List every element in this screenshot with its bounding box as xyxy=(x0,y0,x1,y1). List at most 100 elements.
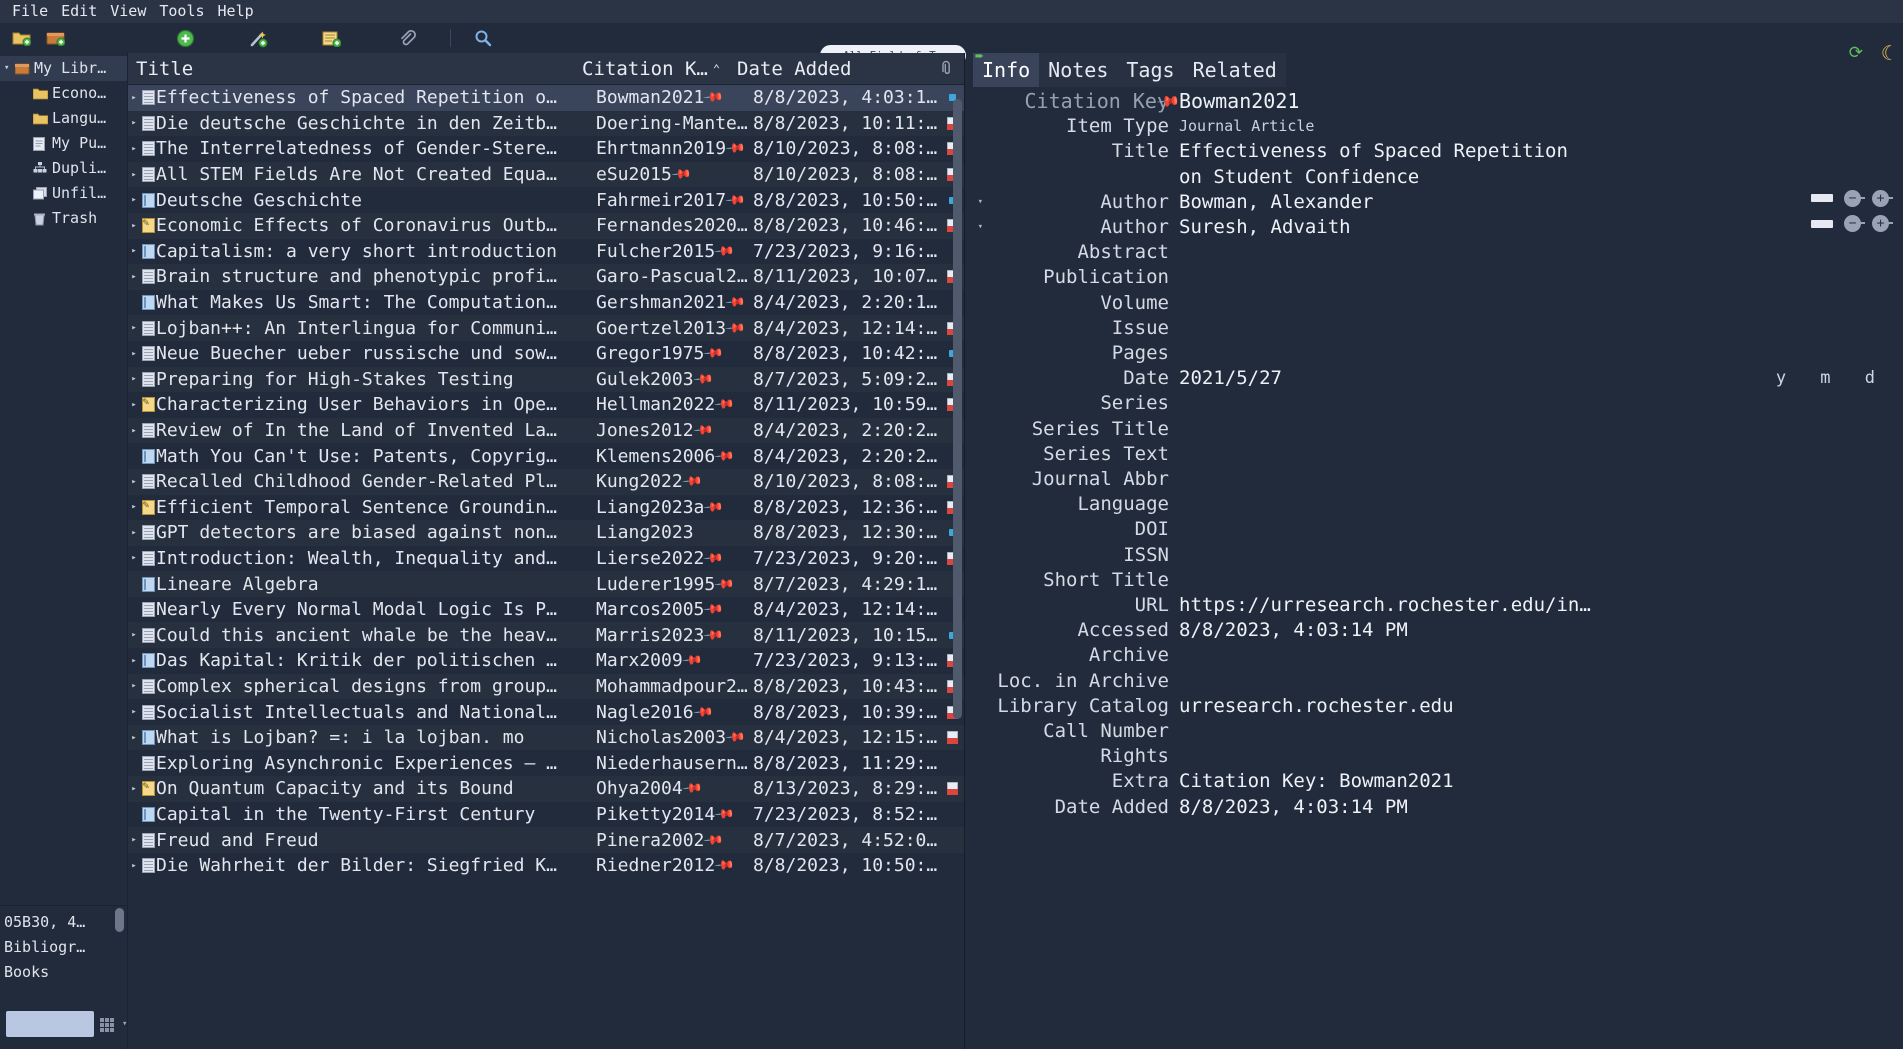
tab-related[interactable]: Related xyxy=(1183,53,1286,87)
table-row[interactable]: Lineare Algebra Luderer1995 📌 8/7/2023, 4:2… xyxy=(128,571,964,597)
switch-field-mode-icon[interactable] xyxy=(1811,194,1833,203)
tag-item[interactable]: Books xyxy=(0,960,127,985)
row-twisty-icon[interactable]: ▸ xyxy=(128,221,140,231)
tab-tags[interactable]: Tags xyxy=(1117,53,1184,87)
field-row-library-catalog[interactable]: Library Catalog urresearch.rochester.edu xyxy=(965,694,1903,719)
table-row[interactable]: ▸ Das Kapital: Kritik der politischen … Ma… xyxy=(128,648,964,674)
field-row-issn[interactable]: ISSN xyxy=(965,543,1903,568)
row-twisty-icon[interactable]: ▸ xyxy=(128,707,140,717)
table-row[interactable]: ▸ Recalled Childhood Gender-Related Pl… Ku… xyxy=(128,468,964,495)
field-row-abstract[interactable]: Abstract xyxy=(965,240,1903,265)
collection-twisty-icon[interactable]: ▾ xyxy=(4,61,15,76)
column-header-date-added[interactable]: Date Added xyxy=(729,58,964,80)
tag-scrollbar[interactable] xyxy=(115,906,124,1049)
field-row-pages[interactable]: Pages xyxy=(965,341,1903,366)
row-twisty-icon[interactable]: ▸ xyxy=(128,630,140,640)
field-row-archive[interactable]: Archive xyxy=(965,643,1903,668)
switch-field-mode-icon[interactable] xyxy=(1811,219,1833,228)
table-row[interactable]: ▸ Neue Buecher ueber russische und sow… Gr… xyxy=(128,341,964,367)
field-value-date-added[interactable]: 8/8/2023, 4:03:14 PM xyxy=(1179,795,1903,820)
field-row-issue[interactable]: Issue xyxy=(965,316,1903,341)
field-row-language[interactable]: Language xyxy=(965,492,1903,517)
field-row-series-title[interactable]: Series Title xyxy=(965,417,1903,442)
row-twisty-icon[interactable]: ▸ xyxy=(128,118,140,128)
table-row[interactable]: ▸ Could this ancient whale be the heav… Ma… xyxy=(128,622,964,649)
field-row-publication[interactable]: Publication xyxy=(965,265,1903,290)
row-twisty-icon[interactable]: ▸ xyxy=(128,426,140,436)
column-grip[interactable] xyxy=(128,53,135,85)
tag-filter-input[interactable] xyxy=(6,1011,94,1037)
creator-twisty-icon[interactable]: ▾ xyxy=(965,190,987,215)
collection-item-dupli[interactable]: Dupli… xyxy=(0,156,127,181)
field-row-call-number[interactable]: Call Number xyxy=(965,719,1903,744)
creator-twisty-icon[interactable]: ▾ xyxy=(965,215,987,240)
field-row-short-title[interactable]: Short Title xyxy=(965,568,1903,593)
field-value-citation-key[interactable]: Bowman2021 xyxy=(1179,89,1903,114)
table-row[interactable]: What Makes Us Smart: The Computation… Ger… xyxy=(128,290,964,316)
row-twisty-icon[interactable]: ▸ xyxy=(128,553,140,563)
tag-options-icon[interactable] xyxy=(100,1018,115,1033)
row-twisty-icon[interactable]: ▸ xyxy=(128,93,140,103)
table-row[interactable]: ▸ On Quantum Capacity and its Bound Ohya20… xyxy=(128,776,964,802)
row-twisty-icon[interactable]: ▸ xyxy=(128,528,140,538)
row-twisty-icon[interactable]: ▸ xyxy=(128,656,140,666)
table-row[interactable]: ▸ GPT detectors are biased against non… Li… xyxy=(128,520,964,546)
field-value-accessed[interactable]: 8/8/2023, 4:03:14 PM xyxy=(1179,618,1903,643)
row-twisty-icon[interactable]: ▸ xyxy=(128,374,140,384)
row-twisty-icon[interactable]: ▸ xyxy=(128,477,140,487)
items-list[interactable]: ▸ Effectiveness of Spaced Repetition o… Bo… xyxy=(128,85,964,1049)
field-row-accessed[interactable]: Accessed 8/8/2023, 4:03:14 PM xyxy=(965,618,1903,643)
field-row-series-text[interactable]: Series Text xyxy=(965,442,1903,467)
moon-icon[interactable]: ☾ xyxy=(1881,43,1893,63)
field-row-url[interactable]: URL https://urresearch.rochester.edu/in… xyxy=(965,593,1903,618)
field-row-volume[interactable]: Volume xyxy=(965,291,1903,316)
table-row[interactable]: ▸ Characterizing User Behaviors in Ope… He… xyxy=(128,392,964,418)
table-row[interactable]: Math You Can't Use: Patents, Copyrig… Kle… xyxy=(128,443,964,469)
table-row[interactable]: ▸ Die Wahrheit der Bilder: Siegfried K… Ri… xyxy=(128,853,964,879)
sync-icon[interactable]: ⟳ xyxy=(1849,45,1863,62)
field-row-date-added[interactable]: Date Added 8/8/2023, 4:03:14 PM xyxy=(965,795,1903,820)
row-twisty-icon[interactable]: ▸ xyxy=(128,502,140,512)
field-value-title[interactable]: Effectiveness of Spaced Repetition on St… xyxy=(1179,139,1903,189)
add-attachment-button[interactable] xyxy=(392,25,422,51)
field-value-item-type[interactable]: Journal Article xyxy=(1179,114,1903,139)
row-twisty-icon[interactable]: ▸ xyxy=(128,784,140,794)
field-row-citation-key[interactable]: 📌 Citation Key Bowman2021 xyxy=(965,88,1903,114)
table-row[interactable]: ▸ Efficient Temporal Sentence Groundin… Li… xyxy=(128,495,964,521)
row-twisty-icon[interactable]: ▸ xyxy=(128,170,140,180)
table-row[interactable]: ▸ Freud and Freud Pinera2002 📌 8/7/2023, 4:5… xyxy=(128,827,964,853)
table-row[interactable]: ▸ Brain structure and phenotypic profi… Ga… xyxy=(128,264,964,290)
table-row[interactable]: ▸ Review of In the Land of Invented La… Jo… xyxy=(128,417,964,444)
table-row[interactable]: ▸ Lojban++: An Interlingua for Communi… Go… xyxy=(128,315,964,341)
row-twisty-icon[interactable]: ▸ xyxy=(128,835,140,845)
new-item-button[interactable] xyxy=(170,25,200,51)
menu-item-tools[interactable]: Tools xyxy=(153,2,211,21)
collection-item-mylibr[interactable]: ▾ My Libr… xyxy=(0,56,127,81)
collection-item-langu[interactable]: Langu… xyxy=(0,106,127,131)
field-value-extra[interactable]: Citation Key: Bowman2021 xyxy=(1179,769,1903,794)
tag-item[interactable]: 05B30, 4… xyxy=(0,910,127,935)
field-value-author[interactable]: Suresh, Advaith xyxy=(1179,215,1903,240)
row-twisty-icon[interactable]: ▸ xyxy=(128,246,140,256)
table-row[interactable]: ▸ Socialist Intellectuals and National… Na… xyxy=(128,699,964,725)
table-row[interactable]: ▸ What is Lojban? =: i la lojban. mo Nicho… xyxy=(128,724,964,751)
menu-item-help[interactable]: Help xyxy=(212,2,261,21)
add-creator-icon[interactable]: + xyxy=(1872,189,1893,207)
field-row-journal-abbr[interactable]: Journal Abbr xyxy=(965,467,1903,492)
field-value-author[interactable]: Bowman, Alexander xyxy=(1179,190,1903,215)
row-twisty-icon[interactable]: ▸ xyxy=(128,272,140,282)
collection-item-trash[interactable]: Trash xyxy=(0,206,127,231)
column-header-citation-key[interactable]: Citation K… ⌃ xyxy=(574,58,729,80)
row-twisty-icon[interactable]: ▸ xyxy=(128,195,140,205)
menu-item-view[interactable]: View xyxy=(104,2,153,21)
row-twisty-icon[interactable]: ▸ xyxy=(128,323,140,333)
tab-notes[interactable]: Notes xyxy=(1039,53,1118,87)
row-twisty-icon[interactable]: ▸ xyxy=(128,400,140,410)
table-row[interactable]: ▸ Die deutsche Geschichte in den Zeitb… Do… xyxy=(128,110,964,137)
collection-item-econo[interactable]: Econo… xyxy=(0,81,127,106)
collection-item-mypu[interactable]: My Pu… xyxy=(0,131,127,156)
collection-item-unfil[interactable]: Unfil… xyxy=(0,181,127,206)
table-row[interactable]: ▸ All STEM Fields Are Not Created Equa… eS… xyxy=(128,161,964,188)
table-row[interactable]: Capital in the Twenty-First Century Piket… xyxy=(128,802,964,828)
remove-creator-icon[interactable]: − xyxy=(1844,215,1865,233)
